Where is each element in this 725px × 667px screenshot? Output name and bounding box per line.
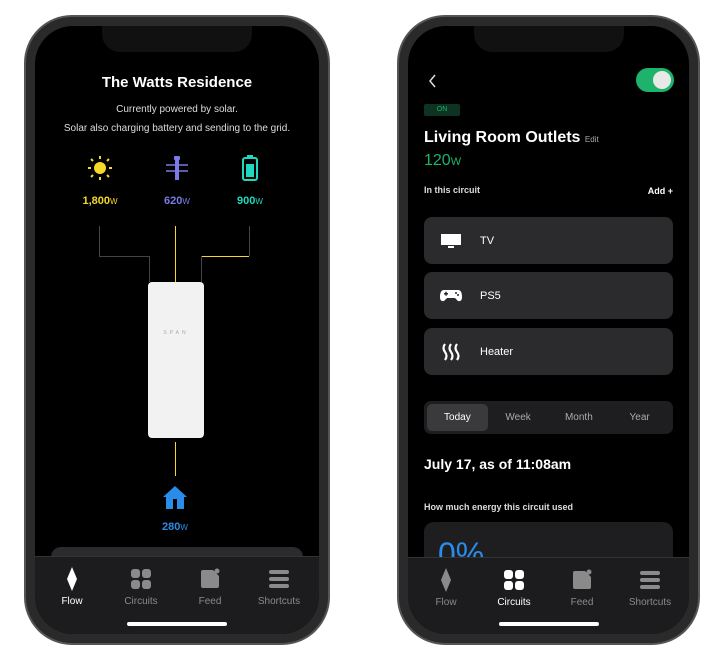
home-value: 280 <box>162 521 181 533</box>
device-card-tv[interactable]: TV <box>424 217 673 264</box>
flow-wire <box>175 226 176 282</box>
flow-screen: The Watts Residence Currently powered by… <box>35 26 319 634</box>
grid-tower-icon <box>166 156 188 180</box>
tab-feed[interactable]: Feed <box>547 568 617 608</box>
circuit-power: 120W <box>424 152 462 169</box>
circuits-icon <box>504 570 524 590</box>
tab-shortcuts[interactable]: Shortcuts <box>615 568 685 608</box>
battery-icon <box>242 155 258 181</box>
flow-wire <box>201 256 202 282</box>
flow-wire <box>149 256 150 282</box>
span-panel[interactable]: SPAN <box>148 282 204 438</box>
flow-icon <box>441 568 451 592</box>
device-card-heater[interactable]: Heater <box>424 328 673 375</box>
house-icon <box>163 486 187 509</box>
add-device-button[interactable]: Add + <box>648 186 673 196</box>
status-line-1: Currently powered by solar. <box>116 104 238 115</box>
flow-wire <box>99 226 100 256</box>
grid-source[interactable]: 620W <box>147 154 207 207</box>
flow-wire <box>99 256 149 257</box>
back-chevron-icon[interactable] <box>428 74 438 88</box>
tab-bar: Flow Circuits Feed Shortcuts <box>408 557 689 634</box>
tab-feed[interactable]: Feed <box>175 567 245 607</box>
sun-icon <box>88 156 112 180</box>
flow-wire <box>249 226 250 256</box>
period-year[interactable]: Year <box>609 404 670 431</box>
solar-source[interactable]: 1,800W <box>70 154 130 207</box>
edit-link[interactable]: Edit <box>585 135 599 144</box>
heat-icon <box>442 342 460 361</box>
page-title: The Watts Residence <box>101 74 253 91</box>
status-badge: ON <box>424 104 460 116</box>
circuit-screen: ON Living Room Outlets Edit 120W In this… <box>408 26 689 634</box>
flow-icon <box>67 567 77 591</box>
date-heading: July 17, as of 11:08am <box>424 456 572 472</box>
tab-circuits[interactable]: Circuits <box>479 568 549 608</box>
circuits-icon <box>131 569 151 589</box>
section-label: In this circuit <box>424 185 481 195</box>
gamepad-icon <box>440 289 462 301</box>
notch <box>102 26 252 52</box>
period-selector: Today Week Month Year <box>424 401 673 434</box>
status-line-2: Solar also charging battery and sending … <box>63 123 291 134</box>
period-month[interactable]: Month <box>549 404 610 431</box>
feed-icon <box>201 568 220 588</box>
panel-brand: SPAN <box>163 330 189 336</box>
circuit-title-row: Living Room Outlets Edit <box>424 129 599 147</box>
flow-wire <box>201 256 249 257</box>
energy-label: How much energy this circuit used <box>424 502 574 512</box>
tab-circuits[interactable]: Circuits <box>106 567 176 607</box>
battery-source[interactable]: 900W <box>220 154 280 207</box>
tab-flow[interactable]: Flow <box>37 567 107 607</box>
home-indicator <box>127 622 227 626</box>
tv-icon <box>441 233 461 248</box>
period-today[interactable]: Today <box>427 404 488 431</box>
grid-value: 620 <box>164 195 183 207</box>
flow-wire <box>175 442 176 476</box>
tab-bar: Flow Circuits Feed Shortcuts <box>35 556 319 634</box>
menu-icon <box>640 571 660 589</box>
notch <box>473 26 624 52</box>
tab-shortcuts[interactable]: Shortcuts <box>244 567 314 607</box>
circuit-title: Living Room Outlets <box>424 129 581 146</box>
device-card-ps5[interactable]: PS5 <box>424 272 673 319</box>
battery-value: 900 <box>237 195 256 207</box>
menu-icon <box>269 570 289 588</box>
toggle-knob <box>653 71 671 89</box>
home-indicator <box>498 622 599 626</box>
solar-value: 1,800 <box>82 195 110 207</box>
tab-flow[interactable]: Flow <box>411 568 481 608</box>
circuit-toggle[interactable] <box>636 68 674 92</box>
period-week[interactable]: Week <box>488 404 549 431</box>
feed-icon <box>573 569 592 589</box>
home-load[interactable]: 280W <box>145 484 205 533</box>
